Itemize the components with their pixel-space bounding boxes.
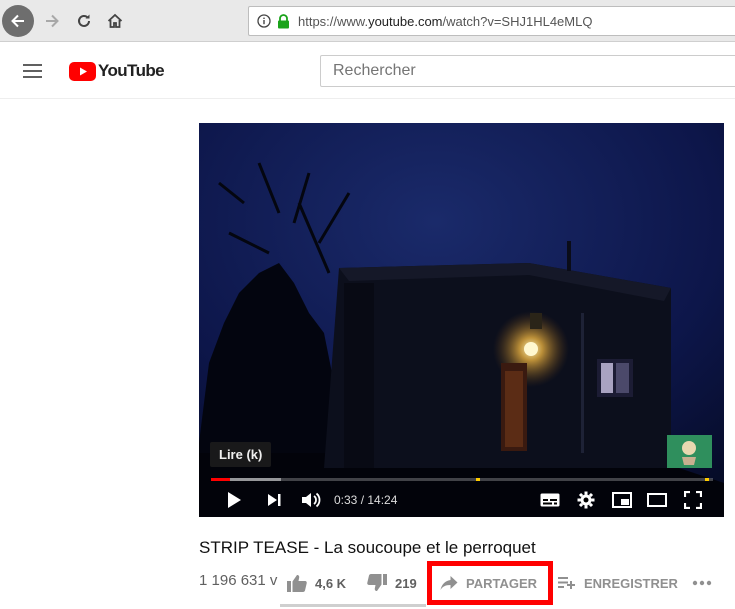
chapter-marker [476,478,480,481]
more-horizontal-icon [692,580,712,586]
fullscreen-button[interactable] [678,485,708,515]
chapter-marker [705,478,709,481]
youtube-logo-text: YouTube [98,61,165,80]
time-display: 0:33 / 14:24 [334,493,398,507]
subtitles-button[interactable] [535,485,565,515]
play-tooltip: Lire (k) [210,442,272,467]
address-bar[interactable]: https://www.youtube.com/watch?v=SHJ1HL4e… [248,6,735,36]
more-actions-button[interactable] [692,566,712,600]
play-button[interactable] [219,485,249,515]
skip-next-icon [268,494,281,506]
thumbs-up-icon [287,575,307,592]
back-button[interactable] [2,5,34,37]
playlist-add-icon [558,577,575,589]
gear-icon [577,491,595,509]
settings-button[interactable] [571,485,601,515]
progress-played [211,478,231,481]
lock-icon [278,13,289,28]
arrow-right-icon [46,14,59,28]
youtube-play-logo-icon [69,61,96,81]
miniplayer-button[interactable] [607,485,637,515]
view-count: 1 196 631 v [199,572,278,589]
watermark-image [667,435,712,468]
subtitles-icon [540,493,560,507]
save-button[interactable]: ENREGISTRER [558,566,678,600]
home-icon [107,13,123,28]
info-icon[interactable] [257,14,271,28]
reload-icon [78,14,90,27]
volume-button[interactable] [296,485,326,515]
url-prefix: https://www. [298,13,369,29]
search-input[interactable] [321,56,735,86]
fullscreen-icon [684,491,702,509]
youtube-logo[interactable]: YouTube [69,61,165,81]
progress-bar[interactable] [211,478,713,481]
forward-button[interactable] [38,7,66,35]
video-player[interactable]: Lire (k) 0:33 / 14:24 [199,123,724,517]
url-path: /watch?v=SHJ1HL4eMLQ [442,13,593,29]
thumbs-down-icon [367,574,387,591]
play-icon [228,492,241,508]
dislike-button[interactable]: 219 [367,566,417,600]
home-button[interactable] [101,7,129,35]
miniplayer-icon [612,492,632,508]
url-domain: youtube.com [368,13,443,29]
browser-toolbar: https://www.youtube.com/watch?v=SHJ1HL4e… [0,0,735,42]
channel-watermark[interactable] [667,435,712,468]
share-highlight-box [427,561,553,605]
menu-icon[interactable] [23,64,42,78]
youtube-header: YouTube [0,43,735,99]
dislike-count: 219 [395,575,417,591]
save-label: ENREGISTRER [584,575,678,591]
player-controls: 0:33 / 14:24 [199,485,724,515]
video-title: STRIP TEASE - La soucoupe et le perroque… [199,538,536,557]
url-text: https://www.youtube.com/watch?v=SHJ1HL4e… [298,14,592,29]
reload-button[interactable] [70,7,98,35]
like-count: 4,6 K [315,575,347,591]
arrow-left-icon [11,14,24,28]
search-box[interactable] [320,55,735,87]
video-frame [199,123,724,517]
theater-mode-button[interactable] [642,485,672,515]
volume-icon [302,492,321,508]
sentiment-bar [280,604,426,607]
theater-mode-icon [647,493,667,507]
like-button[interactable]: 4,6 K [287,566,346,600]
next-button[interactable] [259,485,289,515]
